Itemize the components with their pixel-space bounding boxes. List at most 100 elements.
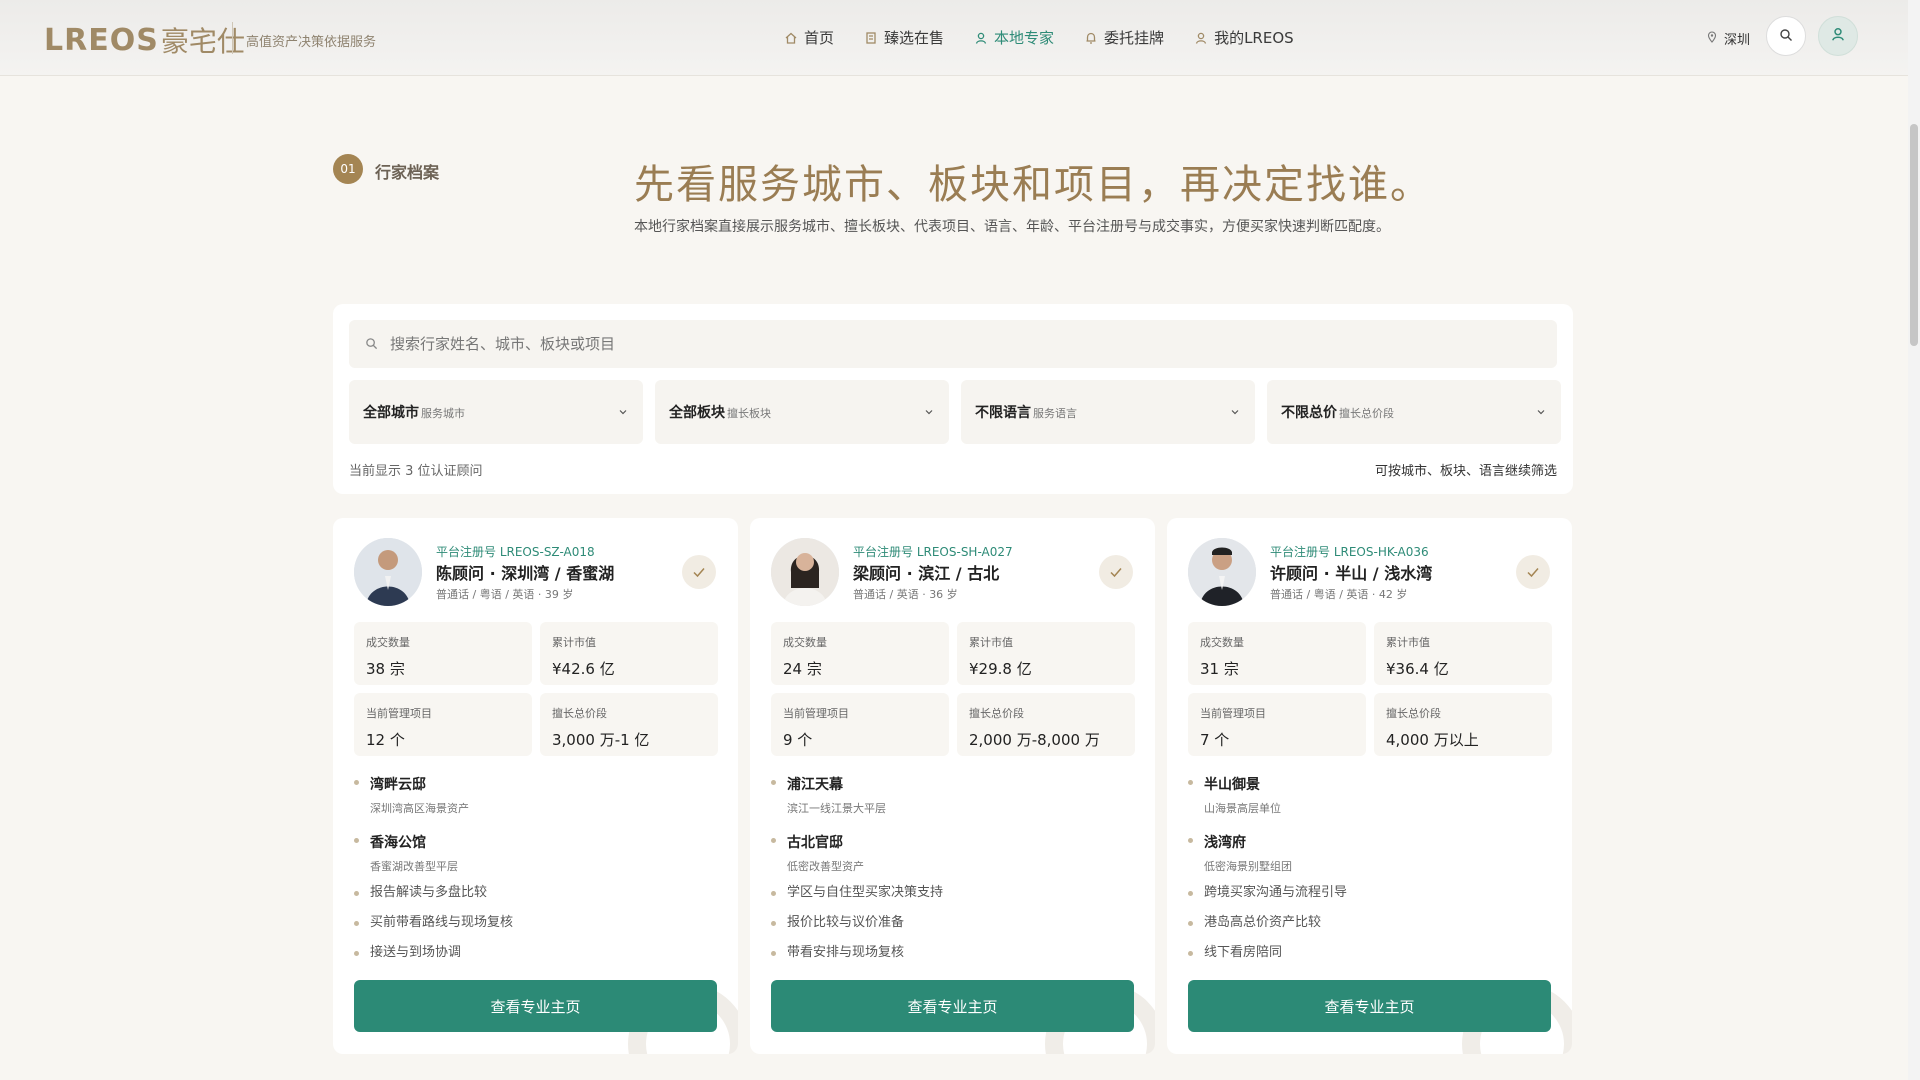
project-name: 浅湾府 (1204, 835, 1246, 851)
select-value: 全部城市 (363, 405, 419, 421)
list-item: 带看安排与现场复核 (771, 944, 943, 974)
stat-label: 成交数量 (783, 636, 827, 649)
bell-icon (1084, 31, 1098, 45)
select-hint: 服务语言 (1033, 407, 1077, 420)
stat-value: 31 宗 (1200, 660, 1239, 678)
verified-check-icon (682, 555, 716, 589)
advisor-name: 梁顾问 · 滨江 / 古北 (853, 564, 1000, 583)
section-number-badge: 01 (333, 154, 363, 184)
stat-price-range: 擅长总价段 4,000 万以上 (1374, 693, 1552, 756)
advisor-stats: 成交数量 38 宗 累计市值 ¥42.6 亿 当前管理项目 12 个 擅长总价段 3,0… (354, 622, 718, 756)
list-item: 半山御景 山海景高层单位 (1188, 774, 1292, 816)
stat-label: 当前管理项目 (366, 707, 432, 720)
filter-selects: 全部城市 服务城市 全部板块 擅长板块 不限语言 服务语言 不限总价 擅长总价段 (349, 380, 1561, 444)
advisor-avatar (354, 538, 422, 606)
list-item: 浦江天幕滨江一线江景大平层 (771, 774, 886, 816)
nav-my-lreos[interactable]: 我的LREOS (1194, 27, 1294, 48)
page-scrollbar[interactable] (1908, 0, 1920, 1080)
project-desc: 低密改善型资产 (787, 860, 864, 873)
view-profile-button[interactable]: 查看专业主页 (354, 980, 717, 1032)
registration-number: 平台注册号 LREOS-HK-A036 (1270, 545, 1429, 559)
select-hint: 擅长板块 (727, 407, 771, 420)
stat-value: 9 个 (783, 731, 813, 749)
advisor-meta: 普通话 / 粤语 / 英语 · 39 岁 (436, 588, 574, 601)
advisor-name: 许顾问 · 半山 / 浅水湾 (1270, 564, 1433, 583)
stat-label: 擅长总价段 (1386, 707, 1441, 720)
location-pin-icon (1706, 30, 1718, 47)
list-item: 跨境买家沟通与流程引导 (1188, 884, 1347, 914)
registration-number: 平台注册号 LREOS-SZ-A018 (436, 545, 595, 559)
advisor-search-input[interactable] (390, 335, 1490, 353)
filter-tip: 可按城市、板块、语言继续筛选 (1374, 464, 1557, 479)
nav-home[interactable]: 首页 (784, 27, 834, 48)
chevron-down-icon (617, 403, 629, 422)
stat-label: 累计市值 (1386, 636, 1430, 649)
main-nav: 首页 臻选在售 本地专家 委托挂牌 我的LREOS (784, 27, 1294, 48)
nav-local-experts[interactable]: 本地专家 (974, 27, 1054, 48)
stat-value: ¥36.4 亿 (1386, 660, 1449, 678)
logo-tagline: 高值资产决策依据服务 (246, 35, 377, 50)
stat-projects: 当前管理项目 12 个 (354, 693, 532, 756)
scrollbar-thumb[interactable] (1910, 124, 1918, 346)
project-list: 半山御景 山海景高层单位 浅湾府低密海景别墅组团 (1188, 774, 1292, 890)
list-item: 买前带看路线与现场复核 (354, 914, 513, 944)
stat-label: 擅长总价段 (552, 707, 607, 720)
project-name: 湾畔云邸 (370, 777, 426, 793)
stat-deals: 成交数量 38 宗 (354, 622, 532, 685)
advisor-stats: 成交数量 31 宗 累计市值 ¥36.4 亿 当前管理项目 7 个 擅长总价段 4,00… (1188, 622, 1552, 756)
advisor-avatar (1188, 538, 1256, 606)
price-filter-select[interactable]: 不限总价 擅长总价段 (1267, 380, 1561, 444)
city-selector[interactable]: 深圳 (1706, 29, 1750, 48)
view-profile-button[interactable]: 查看专业主页 (771, 980, 1134, 1032)
filter-panel: 全部城市服务城市 全部板块擅长板块 不限语言服务语言 不限总价擅长总价段 当前显… (333, 304, 1573, 494)
user-icon (974, 31, 988, 45)
view-profile-button[interactable]: 查看专业主页 (1188, 980, 1551, 1032)
list-item: 浅湾府低密海景别墅组团 (1188, 832, 1292, 874)
search-icon (365, 335, 378, 354)
nav-listings[interactable]: 臻选在售 (864, 27, 944, 48)
list-item: 接送与到场协调 (354, 944, 513, 974)
logo[interactable]: LREOS 豪宅仕 (44, 20, 245, 60)
project-desc: 低密海景别墅组团 (1204, 860, 1292, 873)
verified-check-icon (1099, 555, 1133, 589)
project-desc: 滨江一线江景大平层 (787, 802, 886, 815)
service-list: 跨境买家沟通与流程引导 港岛高总价资产比较 线下看房陪同 (1188, 884, 1347, 974)
advisor-card: 平台注册号 LREOS-SZ-A018 陈顾问 · 深圳湾 / 香蜜湖 普通话 … (333, 518, 738, 1054)
stat-label: 擅长总价段 (969, 707, 1024, 720)
advisor-avatar (771, 538, 839, 606)
city-filter-select[interactable]: 全部城市 服务城市 (349, 380, 643, 444)
district-filter-select[interactable]: 全部板块 擅长板块 (655, 380, 949, 444)
search-button[interactable] (1766, 16, 1806, 56)
building-icon (864, 31, 878, 45)
user-icon (1194, 31, 1208, 45)
stat-value: 12 个 (366, 731, 405, 749)
account-button[interactable] (1818, 16, 1858, 56)
list-item: 报价比较与议价准备 (771, 914, 943, 944)
project-name: 古北官邸 (787, 835, 843, 851)
project-desc: 山海景高层单位 (1204, 802, 1281, 815)
select-value: 不限总价 (1281, 405, 1337, 421)
advisor-stats: 成交数量 24 宗 累计市值 ¥29.8 亿 当前管理项目 9 个 擅长总价段 2,00… (771, 622, 1135, 756)
list-item: 学区与自住型买家决策支持 (771, 884, 943, 914)
project-name: 浦江天幕 (787, 777, 843, 793)
select-hint: 擅长总价段 (1339, 407, 1394, 420)
stat-label: 成交数量 (366, 636, 410, 649)
advisor-name: 陈顾问 · 深圳湾 / 香蜜湖 (436, 564, 615, 583)
select-value: 全部板块 (669, 405, 725, 421)
stat-value: ¥42.6 亿 (552, 660, 615, 678)
verified-check-icon (1516, 555, 1550, 589)
result-count: 当前显示 3 位认证顾问 (349, 464, 483, 479)
language-filter-select[interactable]: 不限语言 服务语言 (961, 380, 1255, 444)
project-name: 香海公馆 (370, 835, 426, 851)
select-hint: 服务城市 (421, 407, 465, 420)
project-desc: 深圳湾高区海景资产 (370, 802, 469, 815)
nav-consign-listing[interactable]: 委托挂牌 (1084, 27, 1164, 48)
nav-label: 本地专家 (994, 29, 1055, 47)
list-item: 古北官邸低密改善型资产 (771, 832, 886, 874)
advisor-card: 平台注册号 LREOS-SH-A027 梁顾问 · 滨江 / 古北 普通话 / … (750, 518, 1155, 1054)
section-label: 行家档案 (375, 163, 440, 182)
advisor-card: 平台注册号 LREOS-HK-A036 许顾问 · 半山 / 浅水湾 普通话 /… (1167, 518, 1572, 1054)
stat-value: 4,000 万以上 (1386, 731, 1479, 749)
list-item: 报告解读与多盘比较 (354, 884, 513, 914)
nav-label: 臻选在售 (884, 29, 945, 47)
